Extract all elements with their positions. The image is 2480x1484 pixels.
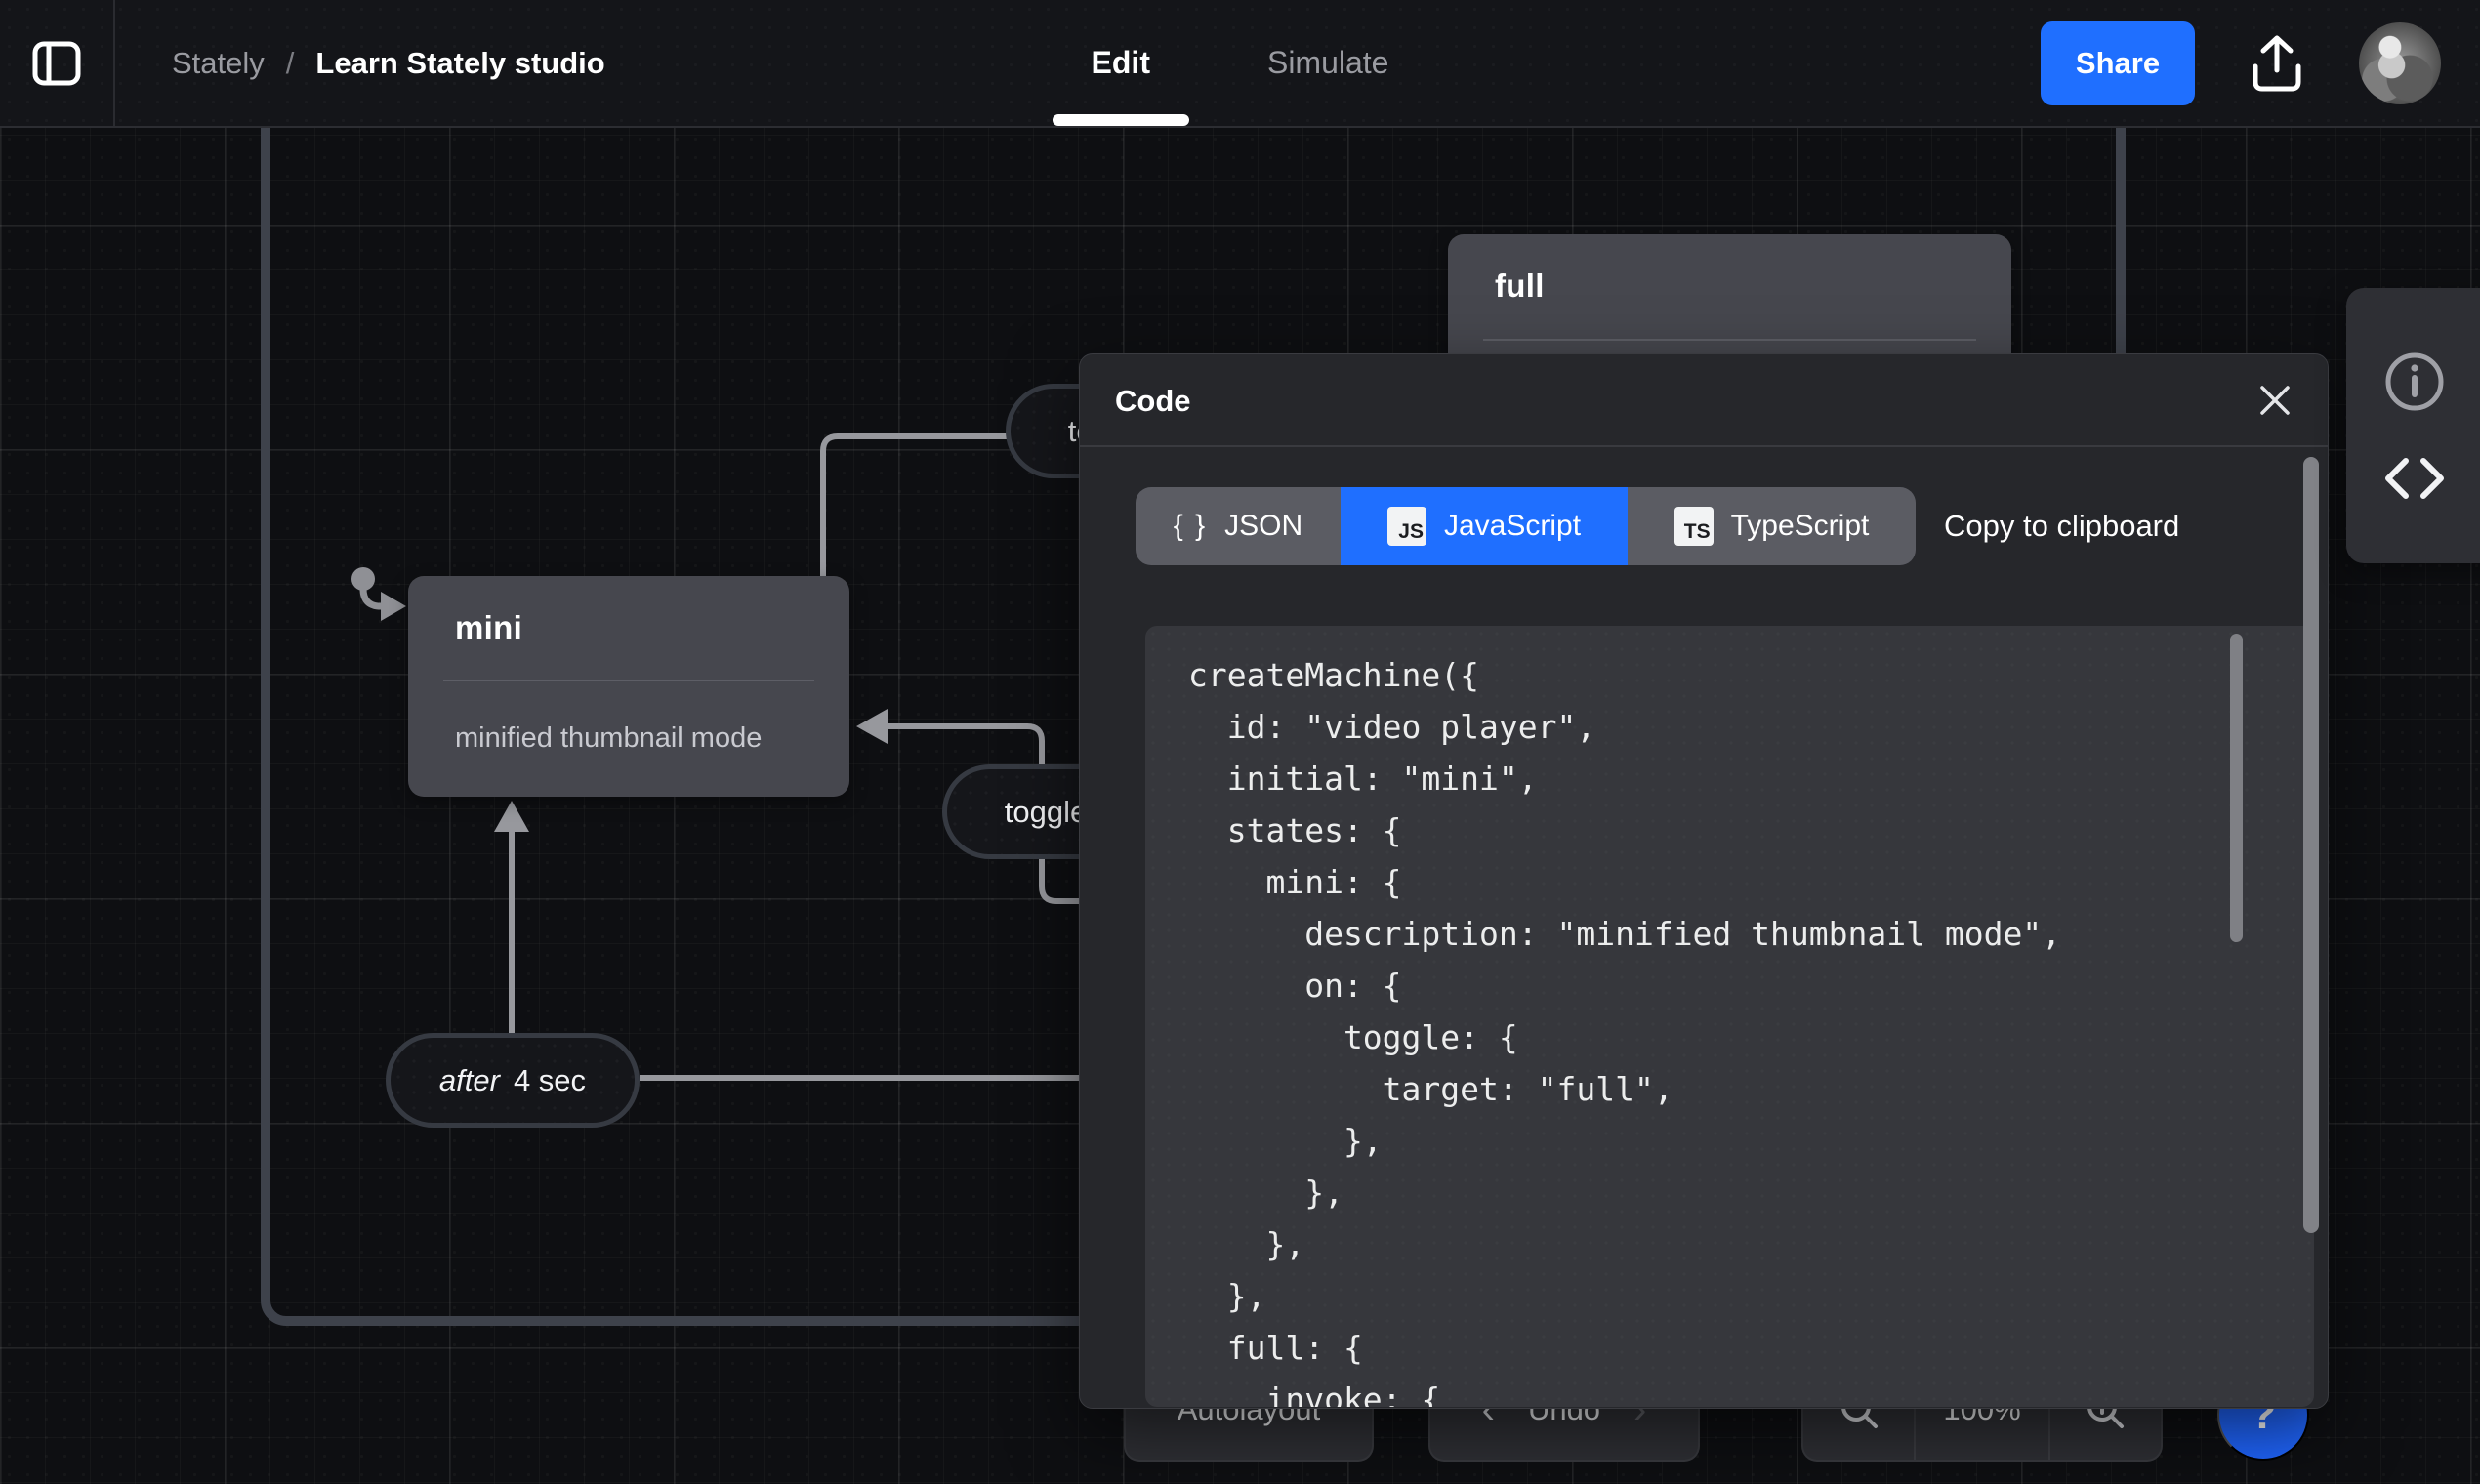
code-line: description: "minified thumbnail mode",	[1188, 915, 2062, 953]
close-button[interactable]	[2252, 378, 2298, 425]
tab-typescript-label: TypeScript	[1730, 510, 1870, 542]
code-line: mini: {	[1188, 863, 1402, 901]
info-button[interactable]	[2383, 350, 2446, 413]
right-tool-panel	[2346, 288, 2480, 563]
initial-state-dot	[351, 567, 375, 591]
code-line: full: {	[1188, 1329, 1363, 1367]
code-content: createMachine({ id: "video player", init…	[1188, 649, 2271, 1407]
node-divider	[1483, 339, 1976, 341]
event-label-after: after	[438, 1062, 500, 1097]
code-line: initial: "mini",	[1188, 760, 1538, 798]
event-label-delay: 4 sec	[513, 1062, 587, 1097]
state-node-mini[interactable]: mini minified thumbnail mode	[408, 576, 849, 797]
state-title-mini: mini	[455, 609, 523, 645]
initial-state-arrowhead	[381, 592, 406, 621]
export-button[interactable]	[2250, 33, 2304, 94]
code-line: createMachine({	[1188, 656, 1480, 694]
code-line: },	[1188, 1225, 1305, 1263]
braces-icon: { }	[1173, 510, 1208, 542]
code-line: },	[1188, 1277, 1266, 1315]
top-bar: Stately / Learn Stately studio Edit Simu…	[0, 0, 2480, 128]
initial-state-curve	[359, 588, 382, 610]
upload-icon	[2253, 35, 2301, 91]
stately-studio-app: full mini minified thumbnail mode toggle…	[0, 0, 2480, 1484]
tab-edit-label: Edit	[1091, 45, 1150, 80]
modal-scrollbar[interactable]	[2303, 457, 2319, 1233]
tab-typescript[interactable]: TS TypeScript	[1628, 487, 1916, 565]
code-line: on: {	[1188, 967, 1402, 1005]
language-tab-group: { } JSON JS JavaScript TS TypeScript	[1136, 487, 1916, 565]
copy-to-clipboard-button[interactable]: Copy to clipboard	[1944, 487, 2179, 565]
tab-javascript-label: JavaScript	[1443, 510, 1582, 542]
avatar[interactable]	[2359, 21, 2441, 104]
close-icon	[2260, 385, 2290, 415]
tab-edit[interactable]: Edit	[1052, 0, 1189, 126]
code-line: states: {	[1188, 811, 1402, 849]
info-icon	[2385, 352, 2444, 411]
code-modal: Code { } JSON JS JavaScript TS TypeScrip…	[1079, 353, 2329, 1409]
tab-json-label: JSON	[1224, 510, 1303, 542]
code-modal-header: Code	[1080, 354, 2328, 447]
code-scrollbar[interactable]	[2230, 634, 2243, 942]
arrowhead-into-mini-bottom	[494, 801, 529, 832]
code-brackets-icon	[2385, 458, 2444, 499]
active-tab-underline	[1052, 114, 1189, 126]
tab-json[interactable]: { } JSON	[1136, 487, 1341, 565]
code-line: invoke: {	[1188, 1381, 1441, 1407]
state-description-mini: minified thumbnail mode	[455, 721, 763, 754]
code-modal-title: Code	[1115, 383, 1191, 418]
event-pill-after-4sec[interactable]: after 4 sec	[386, 1033, 640, 1128]
code-block[interactable]: createMachine({ id: "video player", init…	[1145, 626, 2314, 1407]
share-button[interactable]: Share	[2041, 21, 2195, 105]
state-title-full: full	[1495, 268, 1545, 304]
tab-simulate[interactable]: Simulate	[1267, 0, 1389, 126]
js-badge-icon: JS	[1386, 507, 1426, 546]
code-line: id: "video player",	[1188, 708, 1596, 746]
tab-javascript[interactable]: JS JavaScript	[1341, 487, 1628, 565]
code-line: },	[1188, 1174, 1343, 1212]
code-line: },	[1188, 1122, 1383, 1160]
event-label: toggle	[1004, 794, 1088, 829]
code-line: toggle: {	[1188, 1018, 1518, 1056]
code-line: target: "full",	[1188, 1070, 1674, 1108]
code-panel-button[interactable]	[2382, 456, 2447, 501]
ts-badge-icon: TS	[1674, 507, 1714, 546]
arrowhead-into-mini-right	[856, 709, 888, 744]
tab-simulate-label: Simulate	[1266, 45, 1389, 80]
